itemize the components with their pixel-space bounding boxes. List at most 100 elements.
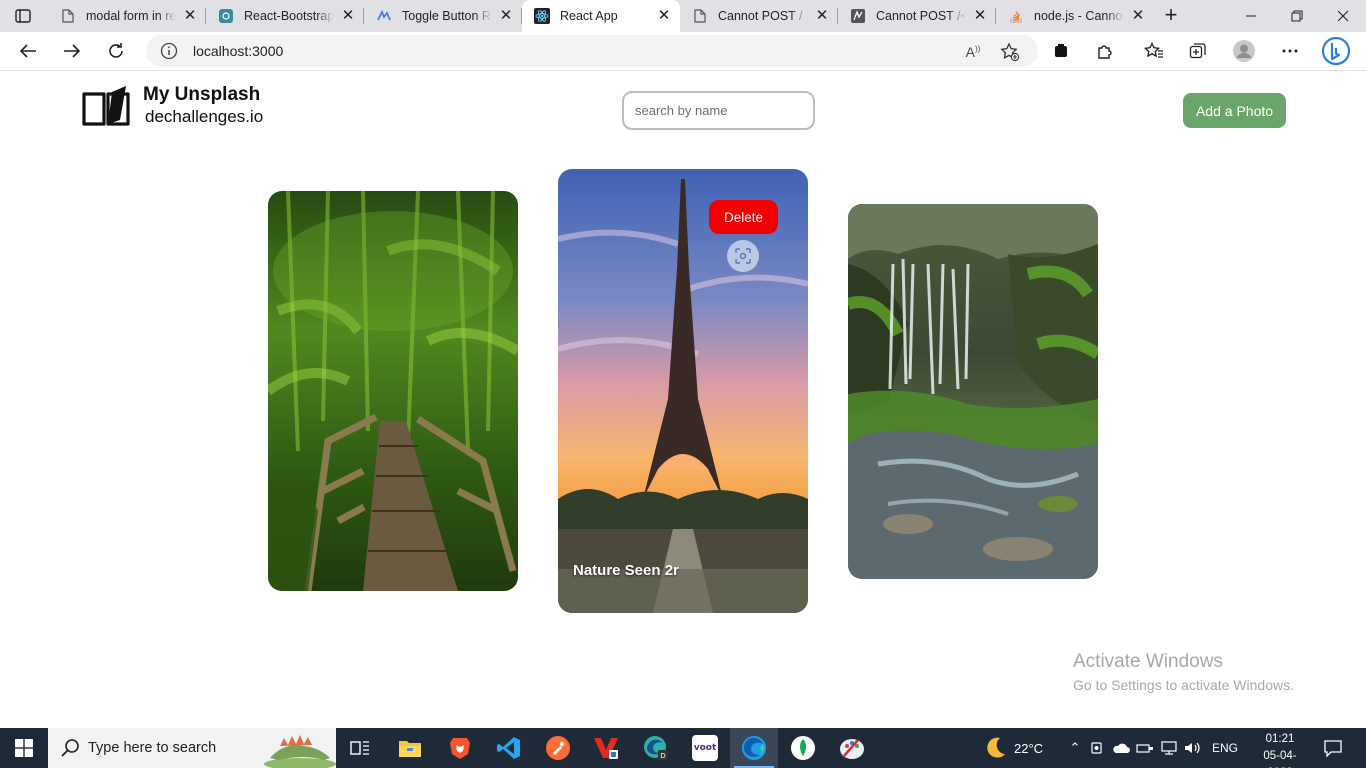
photo-caption: Nature Seen 2r (573, 562, 679, 579)
tab-close-icon[interactable]: ✕ (340, 8, 356, 24)
tab-title: Cannot POST /<name> (876, 9, 966, 23)
eiffel-tower-photo (558, 169, 808, 613)
tab-close-icon[interactable]: ✕ (498, 8, 514, 24)
postman-button[interactable] (534, 728, 582, 768)
edge-dev-button[interactable]: D (632, 728, 680, 768)
edge-dev-icon: D (644, 736, 668, 760)
network-icon[interactable] (1160, 741, 1178, 755)
task-view-icon (350, 741, 369, 755)
add-favorite-icon[interactable] (999, 41, 1021, 63)
collections-icon (1189, 43, 1206, 59)
task-view-button[interactable] (336, 728, 384, 768)
address-bar[interactable]: localhost:3000 A)) (146, 35, 1038, 67)
minimize-button[interactable] (1228, 0, 1274, 32)
toggle-site-icon (376, 8, 392, 24)
delete-button[interactable]: Delete (709, 200, 778, 234)
forward-button[interactable] (56, 37, 88, 65)
mongodb-compass-button[interactable] (779, 728, 827, 768)
svg-text:voot: voot (694, 743, 717, 753)
vivaldi-like-app-button[interactable] (582, 728, 630, 768)
tab-actions-button[interactable] (8, 4, 38, 28)
brand: My Unsplash dechallenges.io (82, 84, 263, 128)
brand-text: My Unsplash dechallenges.io (143, 84, 263, 128)
restore-button[interactable] (1274, 0, 1320, 32)
stegosaurus-icon (264, 735, 336, 768)
brave-lion-icon (450, 738, 470, 759)
volume-icon[interactable] (1184, 741, 1202, 755)
vscode-button[interactable] (485, 728, 533, 768)
start-button[interactable] (0, 728, 48, 768)
edge-button-active[interactable] (730, 728, 778, 768)
voot-button[interactable]: voot (681, 728, 729, 768)
search-input[interactable] (622, 91, 815, 130)
favorites-star-icon (1144, 42, 1163, 58)
tab-close-icon[interactable]: ✕ (656, 8, 672, 24)
search-icon (61, 739, 79, 757)
browser-tab-strip: modal form in react ✕ React-Bootstrap ✕ … (0, 0, 1366, 32)
folder-icon (399, 741, 421, 757)
extensions-button[interactable] (1089, 37, 1121, 65)
tab-title: modal form in react (86, 9, 176, 23)
open-book-icon (82, 86, 130, 126)
more-dots-icon (1282, 49, 1298, 53)
browser-tab[interactable]: Cannot POST / - Stack ✕ (680, 0, 838, 32)
tab-close-icon[interactable]: ✕ (1130, 8, 1146, 24)
browser-tab[interactable]: Cannot POST /<name> ✕ (838, 0, 996, 32)
browser-toolbar: localhost:3000 A)) (0, 32, 1366, 71)
settings-more-button[interactable] (1274, 37, 1306, 65)
collections-button[interactable] (1182, 37, 1214, 65)
browser-tab[interactable]: Toggle Button React ✕ (364, 0, 522, 32)
favorites-button[interactable] (1138, 37, 1170, 65)
tab-title: React App (560, 9, 618, 23)
browser-tab[interactable]: React-Bootstrap ✕ (206, 0, 364, 32)
photo-card[interactable] (268, 191, 518, 591)
taskbar-search-placeholder: Type here to search (88, 740, 217, 756)
tab-title: Cannot POST / - Stack (718, 9, 808, 23)
hardware-usb-icon[interactable] (1136, 741, 1154, 755)
close-window-button[interactable] (1320, 0, 1366, 32)
weather-widget[interactable]: 22°C (982, 728, 1043, 768)
clock-date: 05-04-2023 (1263, 750, 1297, 768)
notification-icon (1324, 740, 1342, 757)
tab-close-icon[interactable]: ✕ (182, 8, 198, 24)
browser-tab-active[interactable]: React App ✕ (522, 0, 680, 32)
show-hidden-icons-chevron-icon[interactable]: ⌃ (1066, 740, 1084, 756)
photo-card-hovered[interactable]: Delete Nature Seen 2r (558, 169, 808, 613)
refresh-button[interactable] (100, 37, 132, 65)
tab-close-icon[interactable]: ✕ (814, 8, 830, 24)
paint-app-button[interactable] (828, 728, 876, 768)
file-explorer-button[interactable] (386, 728, 434, 768)
brand-title: My Unsplash (143, 84, 261, 105)
browser-tab[interactable]: node.js - Cannot POST ✕ (996, 0, 1154, 32)
brave-browser-button[interactable] (436, 728, 484, 768)
tab-title: Toggle Button React (402, 9, 492, 23)
restore-icon (1291, 10, 1303, 22)
bing-copilot-button[interactable] (1320, 36, 1352, 66)
brand-subtitle: dechallenges.io (145, 107, 264, 126)
site-info-icon[interactable] (160, 42, 178, 60)
avatar (1233, 40, 1255, 62)
tab-close-icon[interactable]: ✕ (972, 8, 988, 24)
browser-tab[interactable]: modal form in react ✕ (48, 0, 206, 32)
add-photo-button[interactable]: Add a Photo (1183, 93, 1286, 128)
url-text[interactable]: localhost:3000 (193, 43, 283, 59)
back-button[interactable] (12, 37, 44, 65)
read-aloud-icon[interactable]: A)) (962, 41, 984, 63)
profile-button[interactable] (1228, 37, 1260, 65)
visual-search-button[interactable] (727, 240, 759, 272)
react-bootstrap-icon (218, 8, 234, 24)
moon-weather-icon (987, 737, 1005, 758)
meet-now-icon[interactable] (1090, 740, 1104, 756)
photo-card[interactable] (848, 204, 1098, 579)
notification-center-button[interactable] (1310, 728, 1356, 768)
taskbar-search-box[interactable]: Type here to search (48, 728, 336, 768)
flask-icon (850, 8, 866, 24)
arrow-left-icon (19, 44, 36, 58)
weather-temperature: 22°C (1014, 740, 1044, 756)
system-tray-icons: ⌃ ENG (1066, 728, 1238, 768)
taskbar-clock[interactable]: 01:21 05-04-2023 (1252, 731, 1308, 768)
extension-button[interactable] (1045, 37, 1077, 65)
new-tab-button[interactable]: + (1158, 4, 1184, 28)
onedrive-cloud-icon[interactable] (1112, 741, 1130, 755)
input-language[interactable]: ENG (1212, 741, 1238, 755)
